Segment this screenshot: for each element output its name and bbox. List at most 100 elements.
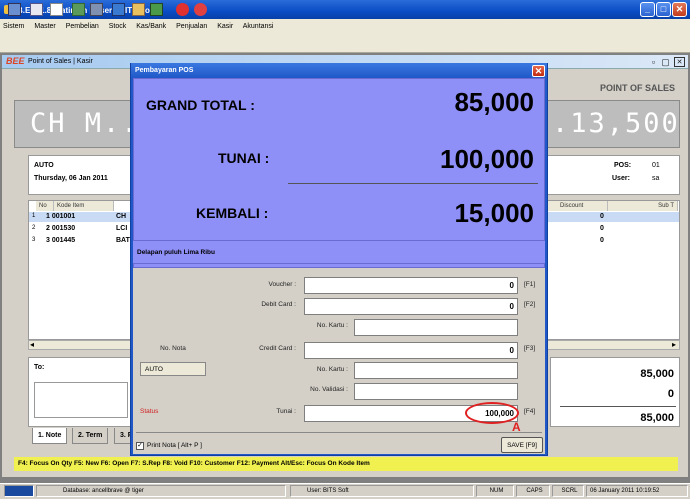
menu-kasbank[interactable]: Kas/Bank: [136, 23, 166, 30]
col-header-no[interactable]: No: [36, 201, 54, 211]
payment-dialog-title: Pembayaran POS: [131, 63, 547, 78]
credit-card-shortcut: [F3]: [524, 345, 536, 352]
pos-header-label: POINT OF SALES: [600, 83, 676, 93]
voucher-field[interactable]: 0: [304, 277, 518, 294]
no-kartu-label: No. Kartu :: [316, 322, 348, 329]
credit-card-label: Credit Card :: [259, 345, 296, 352]
close-child-icon[interactable]: ✕: [674, 57, 685, 67]
tab-term[interactable]: 2. Term: [72, 428, 109, 444]
col-header-kode[interactable]: Kode Item: [54, 201, 114, 211]
row-no: 3: [32, 237, 36, 243]
tunai-shortcut: [F4]: [524, 408, 536, 415]
maximize-child-icon[interactable]: ▢: [660, 57, 671, 67]
row-name: CH: [116, 213, 127, 220]
highlight-circle: [465, 402, 519, 424]
to-label: To:: [34, 364, 45, 371]
customer-name: AUTO: [34, 162, 54, 169]
status-icon: [4, 485, 34, 497]
toolbar-icon-6[interactable]: [112, 3, 125, 16]
menu-bar: Sistem Master Pembelian Stock Kas/Bank P…: [0, 19, 690, 34]
status-database: Database: ancellbrave @ tiger: [36, 485, 286, 497]
form-divider: [136, 432, 542, 433]
restore-child-icon[interactable]: ▫: [648, 57, 659, 67]
total-discount: 0: [667, 388, 674, 400]
no-validasi-field[interactable]: [354, 383, 518, 400]
menu-stock[interactable]: Stock: [109, 23, 127, 30]
row-name: LCI: [116, 225, 128, 232]
no-kartu-credit-label: No. Kartu :: [316, 366, 348, 373]
transaction-date: Thursday, 06 Jan 2011: [34, 175, 108, 182]
payment-form: [133, 268, 545, 454]
no-kartu-field[interactable]: [354, 319, 518, 336]
close-button[interactable]: ✕: [672, 2, 687, 17]
minimize-button[interactable]: _: [640, 2, 655, 17]
maximize-button[interactable]: □: [656, 2, 671, 17]
toolbar-icon-1[interactable]: [8, 3, 21, 16]
function-key-bar: F4: Focus On Qty F5: New F6: Open F7: S.…: [14, 457, 678, 471]
dialog-close-icon[interactable]: ✕: [532, 65, 545, 77]
no-kartu-credit-field[interactable]: [354, 362, 518, 379]
no-nota-field[interactable]: AUTO: [140, 362, 206, 376]
voucher-label: Voucher :: [268, 281, 296, 288]
credit-card-field[interactable]: 0: [304, 342, 518, 359]
summary-divider: [288, 183, 538, 184]
row-discount: 0: [600, 225, 604, 232]
status-label: Status: [140, 408, 159, 415]
save-button[interactable]: SAVE [F9]: [501, 437, 543, 453]
toolbar-icon-3[interactable]: [50, 3, 63, 16]
stop-icon[interactable]: [176, 3, 189, 16]
row-kode: 3 001445: [46, 237, 76, 244]
totals-divider: [560, 406, 676, 407]
toolbar-icon-4[interactable]: [72, 3, 85, 16]
row-no: 2: [32, 225, 36, 231]
no-nota-label: No. Nota: [160, 345, 186, 352]
user-label: User:: [612, 175, 630, 182]
scroll-right-icon[interactable]: ▸: [672, 340, 676, 349]
grand-total-bottom: 85,000: [640, 412, 674, 424]
status-caps: CAPS: [516, 485, 550, 497]
app-titlebar: B.E.E 1.8 Platinum [ User : BITS Soft ]: [0, 0, 690, 19]
menu-akuntansi[interactable]: Akuntansi: [243, 23, 274, 30]
toolbar-icon-2[interactable]: [30, 3, 43, 16]
kembali-value: 15,000: [454, 198, 534, 228]
status-user: User: BITS Soft: [290, 485, 474, 497]
pos-window-title: Point of Sales | Kasir: [28, 58, 93, 65]
debit-card-field[interactable]: 0: [304, 298, 518, 315]
status-num: NUM: [476, 485, 514, 497]
total-amount: 85,000: [640, 368, 674, 380]
power-icon[interactable]: [194, 3, 207, 16]
row-discount: 0: [600, 213, 604, 220]
tab-note[interactable]: 1. Note: [32, 428, 68, 444]
menu-pembelian[interactable]: Pembelian: [66, 23, 99, 30]
toolbar-icon-5[interactable]: [90, 3, 103, 16]
row-kode: 2 001530: [46, 225, 76, 232]
debit-card-label: Debit Card :: [261, 301, 296, 308]
pos-value: 01: [652, 162, 660, 169]
row-discount: 0: [600, 237, 604, 244]
toolbar-icon-8[interactable]: [150, 3, 163, 16]
toolbar-icon-7[interactable]: [132, 3, 145, 16]
user-value: sa: [652, 175, 660, 182]
row-no: 1: [32, 213, 36, 219]
no-validasi-label: No. Validasi :: [310, 386, 348, 393]
menu-penjualan[interactable]: Penjualan: [176, 23, 207, 30]
row-kode: 1 001001: [46, 213, 76, 220]
display-amount-text: .13,500: [552, 108, 680, 139]
voucher-shortcut: [F1]: [524, 281, 536, 288]
menu-sistem[interactable]: Sistem: [3, 23, 24, 30]
amount-in-words: Delapan puluh Lima Ribu: [133, 240, 545, 264]
col-header-discount[interactable]: Discount: [548, 201, 608, 211]
display-item-text: CH M..: [30, 108, 140, 139]
debit-card-shortcut: [F2]: [524, 301, 536, 308]
toolbar: [0, 34, 690, 53]
status-scrl: SCRL: [552, 485, 584, 497]
print-nota-checkbox[interactable]: ✓: [136, 442, 144, 450]
tunai-field-label: Tunai :: [276, 408, 296, 415]
to-address-field[interactable]: [34, 382, 128, 418]
scroll-left-icon[interactable]: ◂: [30, 340, 34, 349]
bee-logo: BEE: [6, 56, 25, 66]
menu-master[interactable]: Master: [34, 23, 55, 30]
col-header-subtotal[interactable]: Sub T: [608, 201, 678, 211]
menu-kasir[interactable]: Kasir: [217, 23, 233, 30]
grand-total-value: 85,000: [454, 87, 534, 117]
